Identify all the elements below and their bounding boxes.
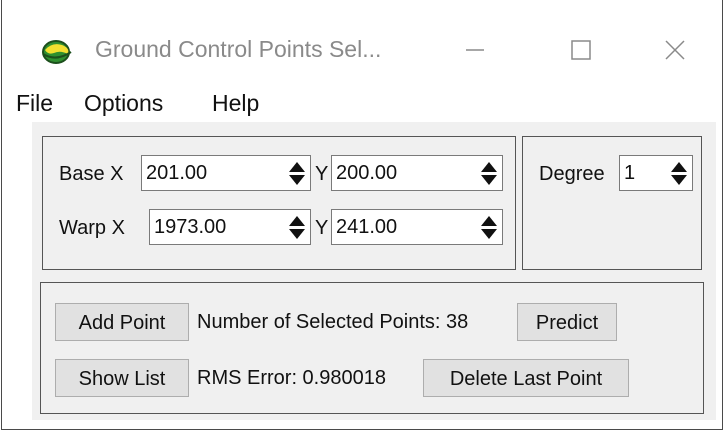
degree-value: 1 [624, 162, 636, 184]
base-x-label: Base X [59, 163, 124, 185]
coordinates-group: Base X 201.00 Y 200.00 Warp X 1973.00 Y … [42, 136, 516, 270]
delete-last-point-label: Delete Last Point [449, 367, 603, 390]
base-x-value: 201.00 [146, 162, 208, 184]
warp-y-value: 241.00 [336, 216, 398, 238]
base-y-label: Y [315, 163, 329, 185]
client-area: Base X 201.00 Y 200.00 Warp X 1973.00 Y … [32, 122, 716, 420]
warp-x-label: Warp X [59, 217, 125, 239]
maximize-icon [571, 40, 591, 60]
predict-label: Predict [535, 311, 599, 334]
minimize-button[interactable] [452, 30, 498, 70]
actions-group: Add Point Number of Selected Points: 38 … [40, 282, 704, 414]
show-list-label: Show List [78, 367, 166, 390]
spin-arrows-icon[interactable] [480, 213, 498, 241]
window-title: Ground Control Points Sel... [95, 36, 382, 62]
close-icon [665, 40, 685, 60]
minimize-icon [466, 49, 484, 51]
selected-points-count: Number of Selected Points: 38 [197, 311, 469, 333]
degree-group: Degree 1 [522, 136, 702, 270]
menu-file[interactable]: File [16, 90, 53, 117]
add-point-label: Add Point [78, 311, 166, 334]
rms-error-text: RMS Error: 0.980018 [197, 367, 386, 389]
show-list-button[interactable]: Show List [55, 359, 189, 397]
menu-options[interactable]: Options [84, 90, 163, 117]
warp-x-spinbox[interactable]: 1973.00 [149, 209, 311, 245]
title-bar[interactable]: Ground Control Points Sel... [2, 0, 722, 82]
degree-spinbox[interactable]: 1 [619, 155, 693, 191]
delete-last-point-button[interactable]: Delete Last Point [423, 359, 629, 397]
warp-x-value: 1973.00 [154, 216, 227, 238]
gcp-selection-window: Ground Control Points Sel... File Option… [1, 0, 723, 430]
warp-y-spinbox[interactable]: 241.00 [331, 209, 503, 245]
warp-y-label: Y [315, 217, 329, 239]
degree-label: Degree [539, 163, 605, 185]
spin-arrows-icon[interactable] [288, 159, 306, 187]
spin-arrows-icon[interactable] [480, 159, 498, 187]
maximize-button[interactable] [558, 30, 604, 70]
predict-button[interactable]: Predict [517, 303, 617, 341]
menu-help[interactable]: Help [212, 90, 259, 117]
close-button[interactable] [652, 30, 698, 70]
base-x-spinbox[interactable]: 201.00 [141, 155, 311, 191]
menu-bar: File Options Help [2, 84, 722, 122]
add-point-button[interactable]: Add Point [55, 303, 189, 341]
spin-arrows-icon[interactable] [288, 213, 306, 241]
base-y-value: 200.00 [336, 162, 398, 184]
spin-arrows-icon[interactable] [670, 159, 688, 187]
app-globe-icon [42, 40, 72, 64]
base-y-spinbox[interactable]: 200.00 [331, 155, 503, 191]
